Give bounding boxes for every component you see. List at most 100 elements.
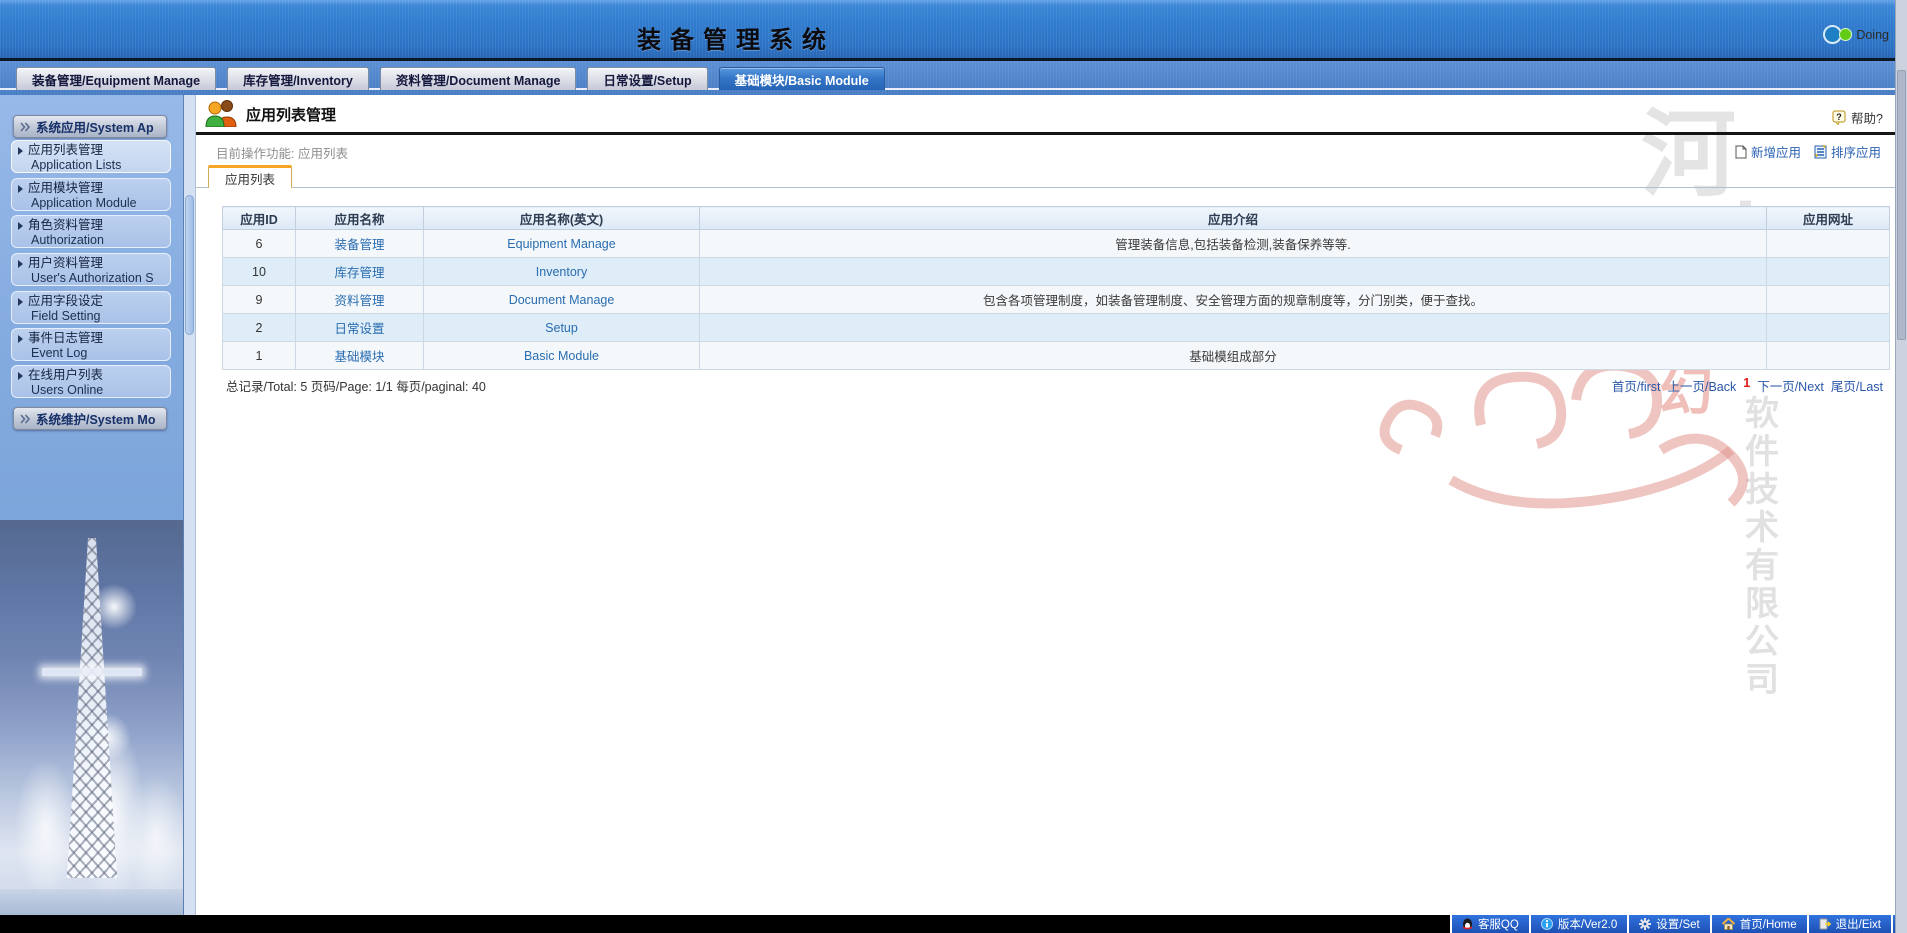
statusbar-label: 设置/Set (1656, 916, 1699, 932)
sidebar-item-users-authorization[interactable]: 用户资料管理 User's Authorization S (11, 253, 171, 286)
cell-app-url (1767, 258, 1890, 286)
sidebar-item-label-zh: 应用模块管理 (28, 181, 103, 196)
statusbar-item-settings[interactable]: 设置/Set (1627, 915, 1709, 933)
statusbar-item-qq[interactable]: 客服QQ (1450, 915, 1529, 933)
cell-app-intro: 管理装备信息,包括装备检测,装备保养等等. (700, 230, 1767, 258)
table-row: 1 基础模块 Basic Module 基础模组成部分 (223, 342, 1890, 370)
watermark-char: 限 (1745, 585, 1779, 623)
sidebar-item-event-log[interactable]: 事件日志管理 Event Log (11, 328, 171, 361)
sidebar-item-application-module[interactable]: 应用模块管理 Application Module (11, 178, 171, 211)
cell-app-name-en-link[interactable]: Inventory (424, 258, 700, 286)
watermark-char: 有 (1745, 547, 1779, 585)
status-circle-green-icon (1839, 28, 1852, 41)
sidebar-item-field-setting[interactable]: 应用字段设定 Field Setting (11, 291, 171, 324)
sidebar-item-application-lists[interactable]: 应用列表管理 Application Lists (11, 140, 171, 173)
arrow-right-icon (18, 335, 23, 343)
panel-tab-application-list[interactable]: 应用列表 (208, 165, 292, 188)
arrow-right-icon (18, 222, 23, 230)
watermark-char: 技 (1745, 471, 1779, 509)
module-tabstrip: 装备管理/Equipment Manage 库存管理/Inventory 资料管… (0, 61, 1907, 95)
cell-app-name-link[interactable]: 资料管理 (296, 286, 424, 314)
cell-app-url (1767, 230, 1890, 258)
cell-app-name-link[interactable]: 基础模块 (296, 342, 424, 370)
statusbar-label: 版本/Ver2.0 (1558, 916, 1617, 932)
cell-app-name-en-link[interactable]: Setup (424, 314, 700, 342)
watermark-char: 软 (1745, 395, 1779, 433)
table-row: 6 装备管理 Equipment Manage 管理装备信息,包括装备检测,装备… (223, 230, 1890, 258)
new-document-icon (1735, 145, 1747, 159)
sidebar-scrollbar-thumb[interactable] (185, 195, 194, 335)
cell-app-name-link[interactable]: 日常设置 (296, 314, 424, 342)
gear-icon (1639, 918, 1651, 930)
statusbar-item-exit[interactable]: 退出/Eixt (1807, 915, 1891, 933)
column-header-app-name-en: 应用名称(英文) (424, 207, 700, 230)
table-header-row: 应用ID 应用名称 应用名称(英文) 应用介绍 应用网址 (223, 207, 1890, 230)
arrow-right-icon (18, 372, 23, 380)
statusbar-item-home[interactable]: 首页/Home (1710, 915, 1807, 933)
bottom-status-bar: 客服QQ 版本/Ver2.0 (0, 915, 1907, 933)
watermark-column: 软 件 技 术 有 限 公 司 (1745, 395, 1779, 699)
info-icon (1541, 918, 1553, 930)
cell-app-name-link[interactable]: 装备管理 (296, 230, 424, 258)
sidebar-item-label-en: Authorization (18, 233, 164, 248)
sidebar-item-authorization[interactable]: 角色资料管理 Authorization (11, 215, 171, 248)
tab-setup[interactable]: 日常设置/Setup (587, 67, 707, 90)
sidebar-item-label-zh: 事件日志管理 (28, 331, 103, 346)
current-function-label: 目前操作功能: 应用列表 (216, 143, 348, 162)
cell-app-name-link[interactable]: 库存管理 (296, 258, 424, 286)
window-scrollbar[interactable] (1895, 0, 1907, 933)
cell-app-id: 6 (223, 230, 296, 258)
tab-basic-module[interactable]: 基础模块/Basic Module (719, 67, 885, 90)
status-label: Doing (1856, 28, 1889, 42)
help-link[interactable]: ? 帮助? (1832, 108, 1883, 127)
pagination-current-page: 1 (1743, 376, 1750, 395)
window-scrollbar-thumb[interactable] (1897, 70, 1906, 340)
statusbar-label: 退出/Eixt (1836, 916, 1881, 932)
qq-penguin-icon (1462, 918, 1473, 931)
tab-document-manage[interactable]: 资料管理/Document Manage (380, 67, 577, 90)
derrick-tower (59, 538, 125, 878)
cell-app-intro (700, 314, 1767, 342)
arrow-right-icon (18, 147, 23, 155)
cell-app-id: 2 (223, 314, 296, 342)
app-title: 装备管理系统 (637, 20, 835, 55)
sidebar-item-label-en: Field Setting (18, 309, 164, 324)
tab-equipment-manage[interactable]: 装备管理/Equipment Manage (16, 67, 216, 90)
cell-app-name-en-link[interactable]: Equipment Manage (424, 230, 700, 258)
oil-rig-photo (0, 520, 184, 915)
sidebar-section-label: 系统维护/System Mo (36, 409, 155, 428)
pagination-last[interactable]: 尾页/Last (1831, 376, 1883, 395)
new-application-button[interactable]: 新增应用 (1735, 142, 1801, 161)
statusbar-item-version[interactable]: 版本/Ver2.0 (1529, 915, 1627, 933)
sidebar-item-users-online[interactable]: 在线用户列表 Users Online (11, 365, 171, 398)
column-header-app-name: 应用名称 (296, 207, 424, 230)
cell-app-id: 1 (223, 342, 296, 370)
pagination: 首页/first 上一页/Back 1 下一页/Next 尾页/Last (1612, 376, 1883, 395)
column-header-app-id: 应用ID (223, 207, 296, 230)
cell-app-intro: 基础模组成部分 (700, 342, 1767, 370)
table-row: 2 日常设置 Setup (223, 314, 1890, 342)
sidebar-section-system-application[interactable]: 系统应用/System Ap (13, 115, 167, 138)
sidebar-item-label-zh: 在线用户列表 (28, 368, 103, 383)
sidebar-item-label-en: Users Online (18, 383, 164, 398)
cell-app-intro: 包含各项管理制度，如装备管理制度、安全管理方面的规章制度等，分门别类，便于查找。 (700, 286, 1767, 314)
cell-app-name-en-link[interactable]: Basic Module (424, 342, 700, 370)
sidebar-item-label-zh: 应用列表管理 (28, 143, 103, 158)
pagination-back[interactable]: 上一页/Back (1667, 376, 1736, 395)
arrow-right-icon (18, 260, 23, 268)
main-content: 河 南 蓝 幻 软 件 技 术 有 限 公 司 应用列表管理 (196, 95, 1895, 915)
content-header: 应用列表管理 ? 帮助? (196, 95, 1895, 132)
sidebar-section-system-maintenance[interactable]: 系统维护/System Mo (13, 407, 167, 430)
sort-application-button[interactable]: 排序应用 (1813, 142, 1881, 161)
derrick-platform (42, 668, 142, 676)
sidebar-item-label-zh: 用户资料管理 (28, 256, 103, 271)
pagination-next[interactable]: 下一页/Next (1757, 376, 1824, 395)
tab-inventory[interactable]: 库存管理/Inventory (227, 67, 369, 90)
double-chevron-icon (20, 122, 31, 132)
help-label: 帮助? (1851, 108, 1883, 127)
cell-app-name-en-link[interactable]: Document Manage (424, 286, 700, 314)
sidebar-scrollbar[interactable] (184, 95, 196, 915)
pagination-first[interactable]: 首页/first (1612, 376, 1661, 395)
column-header-app-url: 应用网址 (1767, 207, 1890, 230)
status-row: 目前操作功能: 应用列表 新增应用 (196, 141, 1895, 159)
